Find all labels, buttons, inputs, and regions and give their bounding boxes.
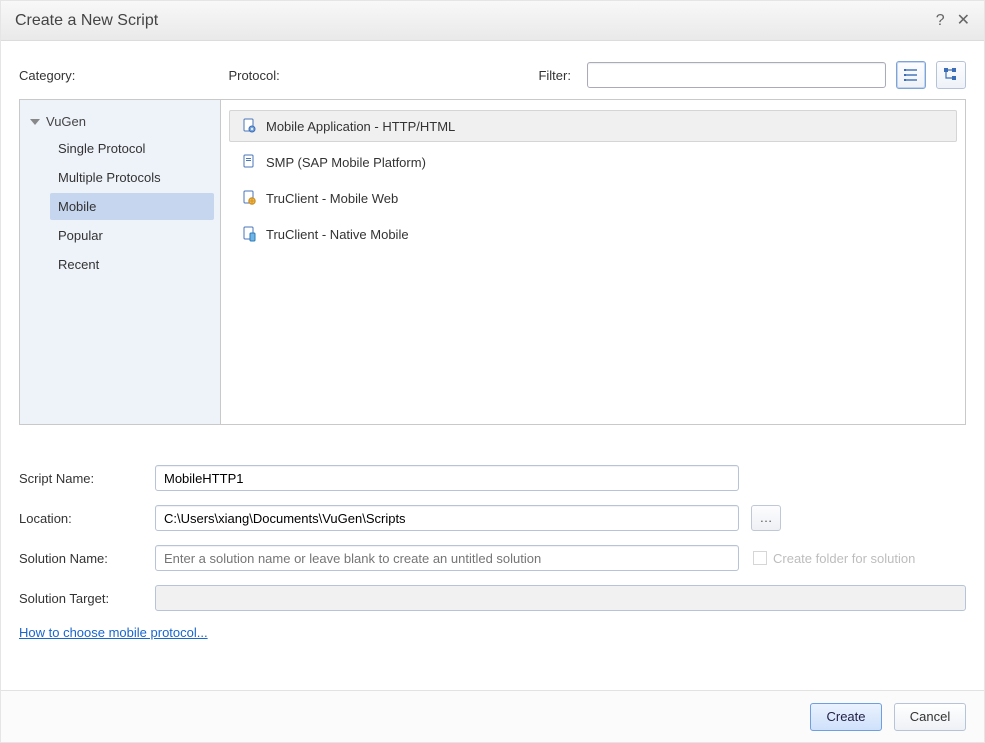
protocol-item-label: Mobile Application - HTTP/HTML [266, 119, 455, 134]
filter-label: Filter: [538, 68, 577, 83]
browse-button[interactable]: … [751, 505, 781, 531]
protocol-item[interactable]: SMP (SAP Mobile Platform) [229, 146, 957, 178]
tree-item-single-protocol[interactable]: Single Protocol [50, 135, 214, 162]
tree-item-multiple-protocols[interactable]: Multiple Protocols [50, 164, 214, 191]
protocol-item[interactable]: TruClient - Native Mobile [229, 218, 957, 250]
protocol-item-label: TruClient - Native Mobile [266, 227, 409, 242]
tree-item-popular[interactable]: Popular [50, 222, 214, 249]
category-label: Category: [19, 68, 218, 83]
protocol-item-label: SMP (SAP Mobile Platform) [266, 155, 426, 170]
filter-input[interactable] [587, 62, 886, 88]
checkbox-icon [753, 551, 767, 565]
protocol-label: Protocol: [228, 68, 528, 83]
create-folder-checkbox: Create folder for solution [753, 551, 915, 566]
view-tree-icon[interactable] [936, 61, 966, 89]
help-icon[interactable]: ? [936, 1, 945, 41]
protocol-list: Mobile Application - HTTP/HTML SMP (SAP M… [220, 100, 965, 424]
dialog-create-new-script: Create a New Script ? ✕ Category: Protoc… [0, 0, 985, 743]
solution-target-label: Solution Target: [19, 591, 155, 606]
view-list-icon[interactable] [896, 61, 926, 89]
location-label: Location: [19, 511, 155, 526]
category-tree: VuGen Single ProtocolMultiple ProtocolsM… [20, 100, 220, 424]
dialog-footer: Create Cancel [1, 690, 984, 742]
close-icon[interactable]: ✕ [957, 1, 970, 41]
location-input[interactable] [155, 505, 739, 531]
doc-globe-icon [240, 189, 258, 207]
script-name-input[interactable] [155, 465, 739, 491]
create-folder-label: Create folder for solution [773, 551, 915, 566]
tree-root-vugen[interactable]: VuGen [20, 110, 220, 133]
doc-icon [240, 153, 258, 171]
protocol-item[interactable]: TruClient - Mobile Web [229, 182, 957, 214]
solution-target-input [155, 585, 966, 611]
tree-item-recent[interactable]: Recent [50, 251, 214, 278]
tree-root-label: VuGen [46, 114, 86, 129]
tree-item-mobile[interactable]: Mobile [50, 193, 214, 220]
help-link-choose-protocol[interactable]: How to choose mobile protocol... [19, 625, 208, 640]
doc-phone-icon [240, 225, 258, 243]
protocol-item[interactable]: Mobile Application - HTTP/HTML [229, 110, 957, 142]
dialog-title: Create a New Script [15, 1, 158, 41]
solution-name-label: Solution Name: [19, 551, 155, 566]
doc-gear-icon [240, 117, 258, 135]
titlebar: Create a New Script ? ✕ [1, 1, 984, 41]
protocol-item-label: TruClient - Mobile Web [266, 191, 398, 206]
caret-down-icon [30, 119, 40, 125]
cancel-button[interactable]: Cancel [894, 703, 966, 731]
solution-name-input[interactable] [155, 545, 739, 571]
create-button[interactable]: Create [810, 703, 882, 731]
script-name-label: Script Name: [19, 471, 155, 486]
